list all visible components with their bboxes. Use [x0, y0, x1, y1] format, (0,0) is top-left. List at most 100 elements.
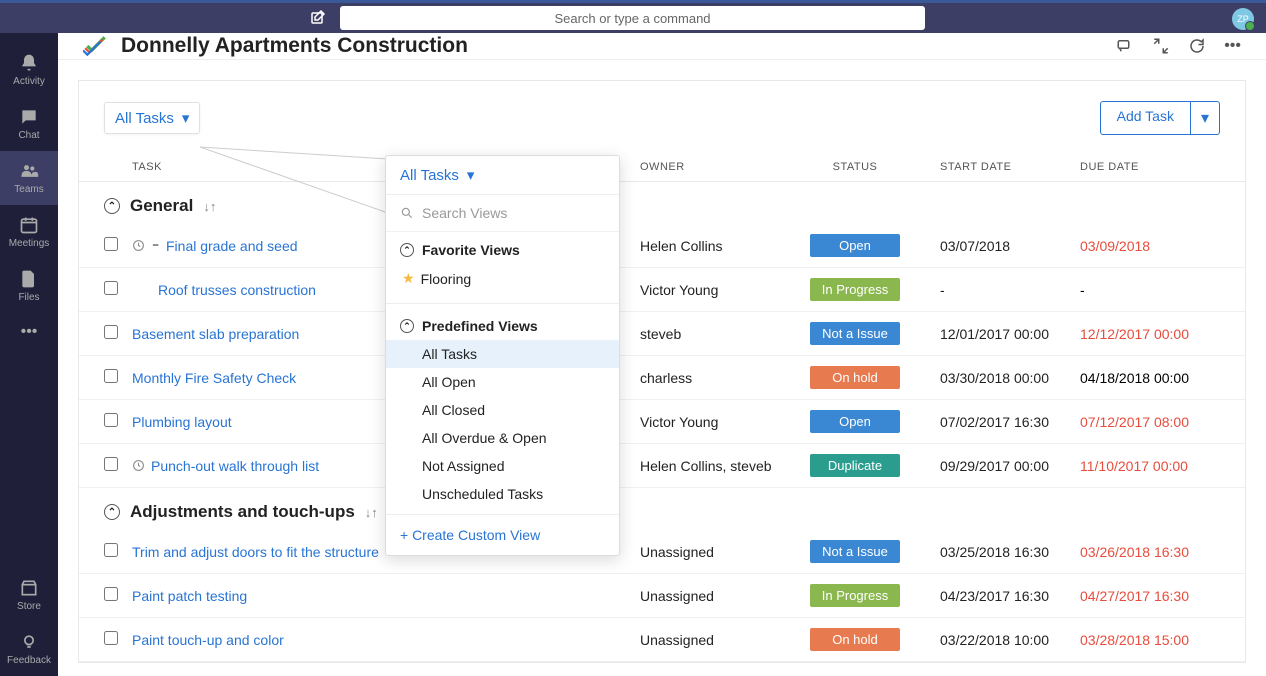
task-row: Paint touch-up and colorUnassignedOn hol…	[79, 618, 1245, 662]
task-name-link[interactable]: Plumbing layout	[132, 414, 232, 430]
add-task-label[interactable]: Add Task	[1101, 102, 1191, 134]
sidebar-item-files[interactable]: Files	[0, 259, 58, 313]
status-badge: Not a Issue	[810, 540, 900, 563]
task-start-date: 03/30/2018 00:00	[920, 370, 1070, 386]
task-checkbox[interactable]	[104, 237, 118, 251]
task-start-date: 03/25/2018 16:30	[920, 544, 1070, 560]
dropdown-current-label: All Tasks	[400, 167, 459, 184]
dropdown-predefined-header[interactable]: ⌃ Predefined Views	[400, 318, 605, 334]
task-checkbox[interactable]	[104, 543, 118, 557]
group-header[interactable]: ⌃General↓↑	[79, 182, 1245, 224]
dropdown-item[interactable]: Not Assigned	[400, 452, 605, 480]
sidebar-item-feedback[interactable]: Feedback	[0, 622, 58, 676]
sort-icon[interactable]: ↓↑	[365, 505, 378, 520]
search-input[interactable]: Search or type a command	[340, 6, 925, 30]
task-name-link[interactable]: Paint patch testing	[132, 588, 247, 604]
refresh-icon[interactable]	[1188, 37, 1206, 55]
group-name: Adjustments and touch-ups	[130, 502, 355, 522]
add-task-caret[interactable]: ▾	[1191, 102, 1219, 134]
caret-down-icon: ▾	[467, 166, 475, 184]
sidebar-item-activity[interactable]: Activity	[0, 43, 58, 97]
view-selector-label: All Tasks	[115, 110, 174, 127]
task-name-link[interactable]: Final grade and seed	[166, 238, 298, 254]
task-due-date: 03/26/2018 16:30	[1070, 544, 1220, 560]
task-checkbox[interactable]	[104, 457, 118, 471]
status-badge: In Progress	[810, 278, 900, 301]
file-icon	[19, 269, 39, 289]
col-header-status[interactable]: STATUS	[790, 161, 920, 173]
sidebar-more[interactable]: •••	[0, 313, 58, 351]
sidebar-item-label: Chat	[18, 130, 39, 141]
sidebar-item-teams[interactable]: Teams	[0, 151, 58, 205]
view-selector[interactable]: All Tasks ▾	[104, 102, 200, 134]
sidebar-item-label: Teams	[14, 184, 43, 195]
dropdown-item-flooring[interactable]: Flooring	[400, 264, 605, 293]
dropdown-search-input[interactable]: Search Views	[386, 195, 619, 232]
task-checkbox[interactable]	[104, 369, 118, 383]
collapse-icon: ⌃	[400, 243, 414, 257]
sidebar-item-label: Feedback	[7, 655, 51, 666]
task-checkbox[interactable]	[104, 281, 118, 295]
task-start-date: 12/01/2017 00:00	[920, 326, 1070, 342]
caret-down-icon: ▾	[182, 109, 190, 127]
task-name-link[interactable]: Paint touch-up and color	[132, 632, 284, 648]
create-custom-view-button[interactable]: + Create Custom View	[386, 514, 619, 555]
group-header[interactable]: ⌃Adjustments and touch-ups↓↑	[79, 488, 1245, 530]
bulb-icon	[19, 632, 39, 652]
sidebar-item-label: Meetings	[9, 238, 50, 249]
col-header-owner[interactable]: OWNER	[640, 161, 790, 173]
task-owner: Victor Young	[640, 414, 790, 430]
dropdown-item[interactable]: All Open	[400, 368, 605, 396]
dropdown-fav-header-label: Favorite Views	[422, 242, 520, 258]
collapse-icon[interactable]	[1152, 37, 1170, 55]
dropdown-current-view[interactable]: All Tasks ▾	[386, 156, 619, 195]
dropdown-item[interactable]: All Closed	[400, 396, 605, 424]
task-checkbox[interactable]	[104, 631, 118, 645]
sidebar-item-store[interactable]: Store	[0, 568, 58, 622]
task-row: Monthly Fire Safety CheckcharlessOn hold…	[79, 356, 1245, 400]
task-due-date: 03/09/2018	[1070, 238, 1220, 254]
task-name-link[interactable]: Monthly Fire Safety Check	[132, 370, 296, 386]
dropdown-item[interactable]: Unscheduled Tasks	[400, 480, 605, 508]
task-start-date: 03/22/2018 10:00	[920, 632, 1070, 648]
task-owner: Helen Collins	[640, 238, 790, 254]
sidebar-item-chat[interactable]: Chat	[0, 97, 58, 151]
search-icon	[400, 206, 414, 220]
task-name-link[interactable]: Roof trusses construction	[158, 282, 316, 298]
table-header: TASK OWNER STATUS START DATE DUE DATE	[79, 153, 1245, 182]
task-row: Plumbing layoutVictor YoungOpen07/02/201…	[79, 400, 1245, 444]
compose-icon[interactable]	[310, 10, 326, 31]
add-task-button[interactable]: Add Task ▾	[1100, 101, 1220, 135]
conversation-icon[interactable]	[1116, 37, 1134, 55]
task-start-date: 04/23/2017 16:30	[920, 588, 1070, 604]
task-checkbox[interactable]	[104, 413, 118, 427]
task-owner: Helen Collins, steveb	[640, 458, 790, 474]
status-badge: Not a Issue	[810, 322, 900, 345]
task-row: Paint patch testingUnassignedIn Progress…	[79, 574, 1245, 618]
avatar[interactable]: ZP	[1232, 8, 1254, 30]
dropdown-item[interactable]: All Tasks	[386, 340, 619, 368]
task-owner: Unassigned	[640, 544, 790, 560]
task-due-date: 04/27/2017 16:30	[1070, 588, 1220, 604]
clock-icon	[132, 239, 145, 252]
sort-icon[interactable]: ↓↑	[203, 199, 216, 214]
task-name-link[interactable]: Basement slab preparation	[132, 326, 299, 342]
dropdown-predef-header-label: Predefined Views	[422, 318, 538, 334]
group-name: General	[130, 196, 193, 216]
store-icon	[19, 578, 39, 598]
task-owner: steveb	[640, 326, 790, 342]
dropdown-favorite-header[interactable]: ⌃ Favorite Views	[400, 242, 605, 258]
col-header-due[interactable]: DUE DATE	[1070, 161, 1220, 173]
clock-icon	[132, 459, 145, 472]
col-header-start[interactable]: START DATE	[920, 161, 1070, 173]
project-header: Donnelly Apartments Construction •••	[58, 33, 1266, 60]
task-checkbox[interactable]	[104, 587, 118, 601]
task-name-link[interactable]: Punch-out walk through list	[151, 458, 319, 474]
more-icon[interactable]: •••	[1224, 37, 1241, 55]
subtask-icon	[151, 240, 162, 251]
dropdown-item[interactable]: All Overdue & Open	[400, 424, 605, 452]
task-checkbox[interactable]	[104, 325, 118, 339]
task-name-link[interactable]: Trim and adjust doors to fit the structu…	[132, 544, 379, 560]
sidebar-item-label: Files	[18, 292, 39, 303]
sidebar-item-meetings[interactable]: Meetings	[0, 205, 58, 259]
